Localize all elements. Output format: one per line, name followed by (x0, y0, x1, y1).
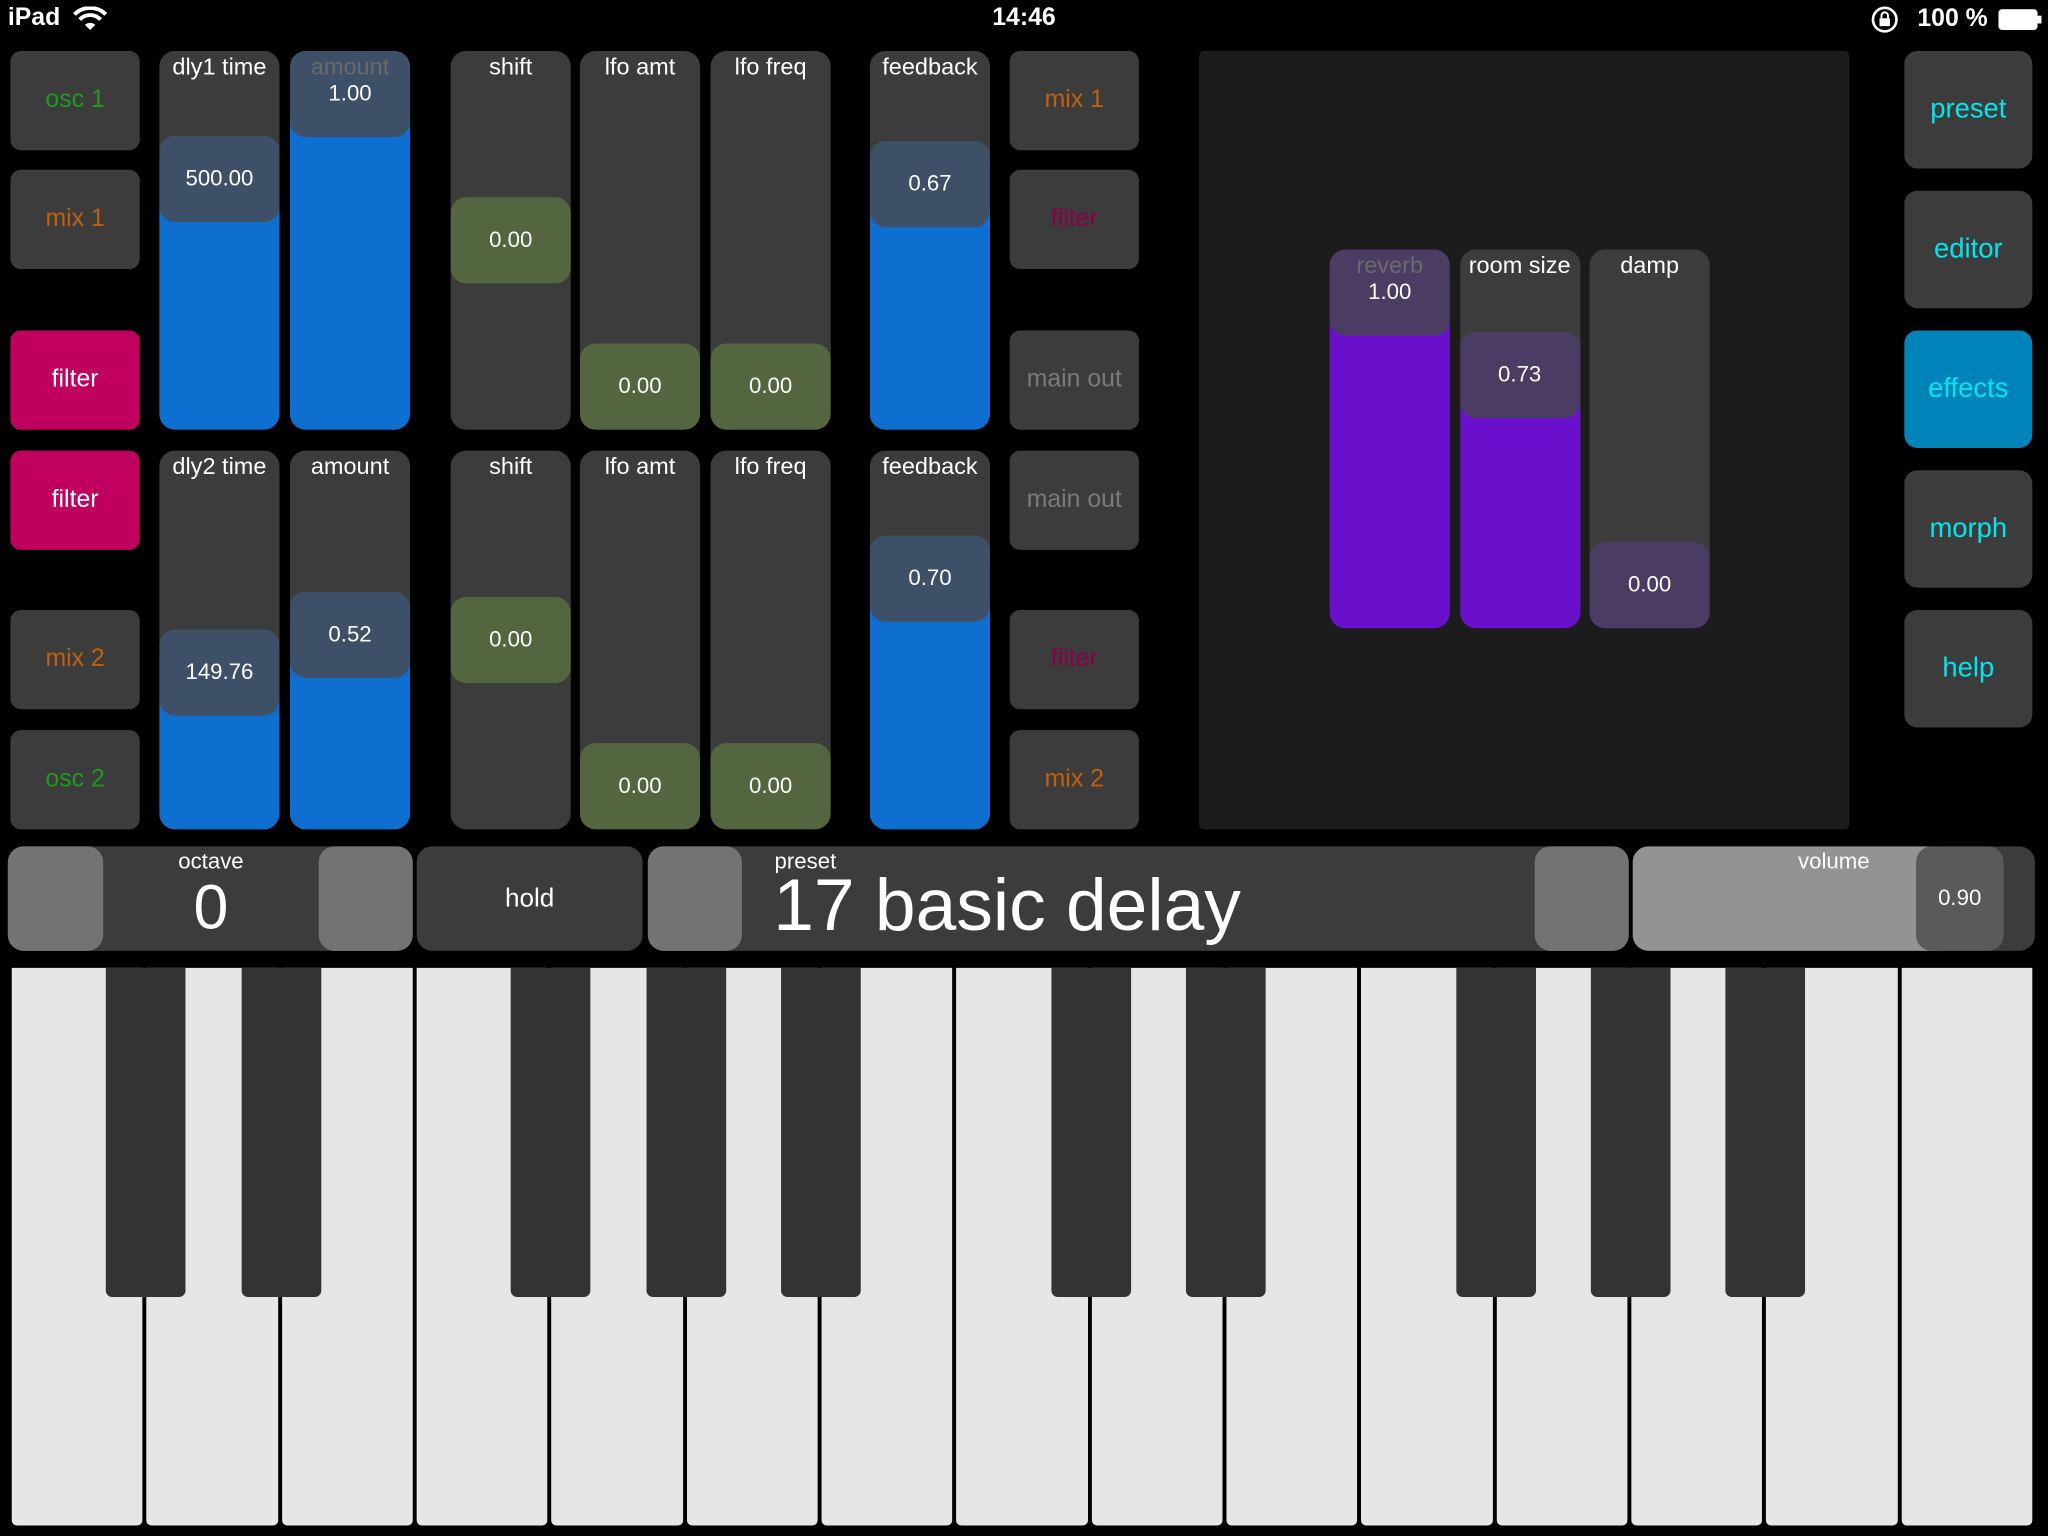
preset-selector: preset 17 basic delay (647, 846, 1629, 951)
slider-knob-value[interactable]: 0.70 (869, 535, 991, 622)
slider-knob-value[interactable]: 0.00 (710, 343, 831, 430)
slider-label: reverb (1356, 252, 1424, 279)
slider-label: damp (1620, 252, 1680, 279)
rotation-lock-icon (1871, 6, 1898, 33)
slider-knob-value[interactable]: 0.00 (450, 197, 571, 284)
nav-editor-button[interactable]: editor (1904, 190, 2033, 309)
left-route-button[interactable]: filter (10, 330, 140, 430)
slider-knob-value[interactable]: 0.00 (579, 343, 701, 430)
slider-label: shift (489, 53, 533, 80)
nav-effects-button[interactable]: effects (1904, 330, 2033, 448)
delay1-slider-lfo-freq[interactable]: lfo freq 0.00 (710, 50, 831, 430)
slider-label: room size (1468, 252, 1571, 279)
right-route-button[interactable]: main out (1009, 450, 1139, 550)
slider-label: lfo freq (734, 453, 807, 480)
slider-label: dly1 time (172, 53, 267, 80)
left-route-button[interactable]: osc 2 (10, 730, 140, 830)
slider-knob-value[interactable]: 0.00 (579, 743, 701, 830)
delay2-slider-amount[interactable]: amount 0.52 (289, 450, 411, 830)
left-route-button[interactable]: mix 1 (10, 169, 140, 270)
right-route-button[interactable]: mix 2 (1009, 730, 1139, 830)
preset-next-button[interactable] (1534, 846, 1629, 951)
delay2-slider-dly2-time[interactable]: dly2 time 149.76 (159, 450, 280, 830)
slider-knob-value[interactable]: 500.00 (159, 135, 280, 222)
nav-preset-button[interactable]: preset (1904, 50, 2033, 169)
delay2-slider-lfo-amt[interactable]: lfo amt 0.00 (579, 450, 701, 830)
octave-label: octave (178, 848, 244, 874)
left-route-button[interactable]: mix 2 (10, 609, 140, 710)
slider-label: dly2 time (172, 453, 267, 480)
preset-prev-button[interactable] (647, 846, 742, 951)
reverb-slider-reverb[interactable]: reverb 1.00 (1329, 249, 1450, 629)
slider-knob-value[interactable]: 0.00 (450, 596, 571, 684)
hold-button[interactable]: hold (416, 846, 643, 951)
reverb-panel: reverb 1.00 room size 0.73 damp 0.00 (1199, 50, 1850, 830)
octave-control: octave 0 (7, 846, 413, 951)
slider-label: lfo amt (604, 53, 676, 80)
nav-morph-button[interactable]: morph (1904, 470, 2033, 588)
delay2-slider-feedback[interactable]: feedback 0.70 (869, 450, 991, 830)
preset-name[interactable]: 17 basic delay (773, 862, 1241, 947)
slider-label: amount (310, 53, 390, 80)
black-key[interactable] (511, 967, 591, 1297)
delay2-slider-lfo-freq[interactable]: lfo freq 0.00 (710, 450, 831, 830)
delay1-slider-amount[interactable]: amount 1.00 (289, 50, 411, 430)
slider-knob-value[interactable]: 0.00 (1589, 542, 1710, 629)
slider-knob-value[interactable]: 0.00 (710, 743, 831, 830)
clock: 14:46 (992, 3, 1056, 32)
slider-knob-value[interactable]: 0.52 (289, 591, 411, 678)
black-key[interactable] (106, 967, 186, 1297)
black-key[interactable] (241, 967, 321, 1297)
delay1-slider-shift[interactable]: shift 0.00 (450, 50, 571, 430)
black-key[interactable] (1725, 967, 1806, 1297)
black-key[interactable] (1185, 967, 1266, 1297)
battery-icon (1998, 9, 2042, 31)
slider-label: shift (489, 453, 533, 480)
delay1-slider-dly1-time[interactable]: dly1 time 500.00 (159, 50, 280, 430)
right-route-button[interactable]: filter (1009, 169, 1139, 270)
volume-label: volume (1797, 848, 1870, 874)
left-route-button[interactable]: osc 1 (10, 50, 140, 151)
right-route-button[interactable]: mix 1 (1009, 50, 1139, 151)
nav-help-button[interactable]: help (1904, 609, 2033, 728)
octave-up-button[interactable] (318, 846, 413, 951)
octave-value: 0 (193, 873, 229, 944)
slider-label: lfo amt (604, 453, 676, 480)
reverb-slider-damp[interactable]: damp 0.00 (1589, 249, 1710, 629)
delay1-slider-feedback[interactable]: feedback 0.67 (869, 50, 991, 430)
slider-label: amount (310, 453, 390, 480)
volume-slider[interactable]: 0.90 volume (1632, 846, 2035, 951)
white-key[interactable] (1901, 967, 2033, 1526)
black-key[interactable] (781, 967, 861, 1297)
delay2-slider-shift[interactable]: shift 0.00 (450, 450, 571, 830)
battery-percent: 100 % (1917, 5, 1988, 33)
slider-knob-value[interactable]: 0.73 (1459, 331, 1580, 418)
slider-knob-value[interactable]: 149.76 (159, 629, 280, 716)
slider-label: feedback (882, 53, 978, 80)
octave-down-button[interactable] (7, 846, 104, 951)
slider-knob-value[interactable]: 0.67 (869, 141, 991, 228)
black-key[interactable] (1050, 967, 1131, 1297)
slider-label: feedback (882, 453, 978, 480)
right-route-button[interactable]: main out (1009, 330, 1139, 430)
right-route-button[interactable]: filter (1009, 609, 1139, 710)
black-key[interactable] (1590, 967, 1671, 1297)
black-key[interactable] (646, 967, 726, 1297)
black-key[interactable] (1455, 967, 1536, 1297)
delay1-slider-lfo-amt[interactable]: lfo amt 0.00 (579, 50, 701, 430)
slider-label: lfo freq (734, 53, 807, 80)
reverb-slider-room-size[interactable]: room size 0.73 (1459, 249, 1580, 629)
left-route-button[interactable]: filter (10, 450, 140, 550)
